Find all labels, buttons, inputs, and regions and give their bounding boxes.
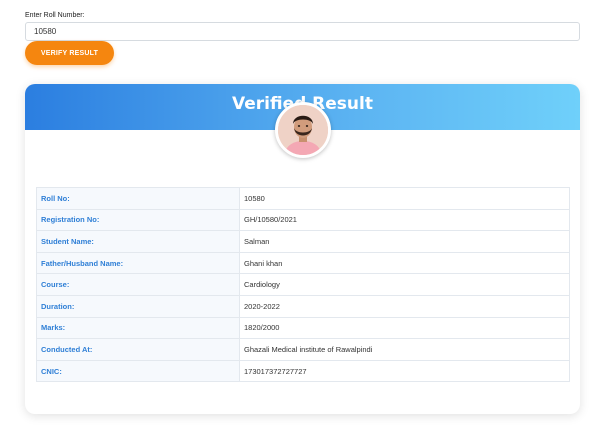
table-row: CNIC: 173017372727727 bbox=[36, 359, 570, 383]
row-value: 2020-2022 bbox=[239, 294, 570, 318]
row-value: GH/10580/2021 bbox=[239, 208, 570, 232]
row-label: Roll No: bbox=[36, 187, 240, 210]
table-row: Conducted At: Ghazali Medical institute … bbox=[36, 338, 570, 361]
table-row: Father/Husband Name: Ghani khan bbox=[36, 251, 570, 275]
row-value: 10580 bbox=[239, 187, 570, 210]
row-label: CNIC: bbox=[36, 359, 240, 383]
row-value: 173017372727727 bbox=[239, 359, 570, 383]
row-value: Ghazali Medical institute of Rawalpindi bbox=[239, 338, 570, 361]
row-label: Registration No: bbox=[36, 208, 240, 232]
table-row: Roll No: 10580 bbox=[36, 187, 570, 210]
table-row: Registration No: GH/10580/2021 bbox=[36, 208, 570, 232]
result-card: Verified Result Roll No: 10580 Registrat… bbox=[25, 84, 580, 414]
row-label: Father/Husband Name: bbox=[36, 251, 240, 275]
result-details-table: Roll No: 10580 Registration No: GH/10580… bbox=[36, 187, 570, 383]
row-value: 1820/2000 bbox=[239, 316, 570, 340]
row-label: Duration: bbox=[36, 294, 240, 318]
row-value: Salman bbox=[239, 230, 570, 253]
table-row: Duration: 2020-2022 bbox=[36, 294, 570, 318]
student-avatar bbox=[275, 102, 331, 158]
roll-number-input[interactable] bbox=[25, 22, 580, 41]
row-label: Course: bbox=[36, 273, 240, 296]
table-row: Marks: 1820/2000 bbox=[36, 316, 570, 340]
student-photo-icon bbox=[278, 105, 328, 155]
row-value: Cardiology bbox=[239, 273, 570, 296]
verify-result-button[interactable]: VERIFY RESULT bbox=[25, 41, 114, 65]
table-row: Student Name: Salman bbox=[36, 230, 570, 253]
row-label: Conducted At: bbox=[36, 338, 240, 361]
row-value: Ghani khan bbox=[239, 251, 570, 275]
roll-number-label: Enter Roll Number: bbox=[25, 12, 85, 19]
row-label: Marks: bbox=[36, 316, 240, 340]
row-label: Student Name: bbox=[36, 230, 240, 253]
table-row: Course: Cardiology bbox=[36, 273, 570, 296]
